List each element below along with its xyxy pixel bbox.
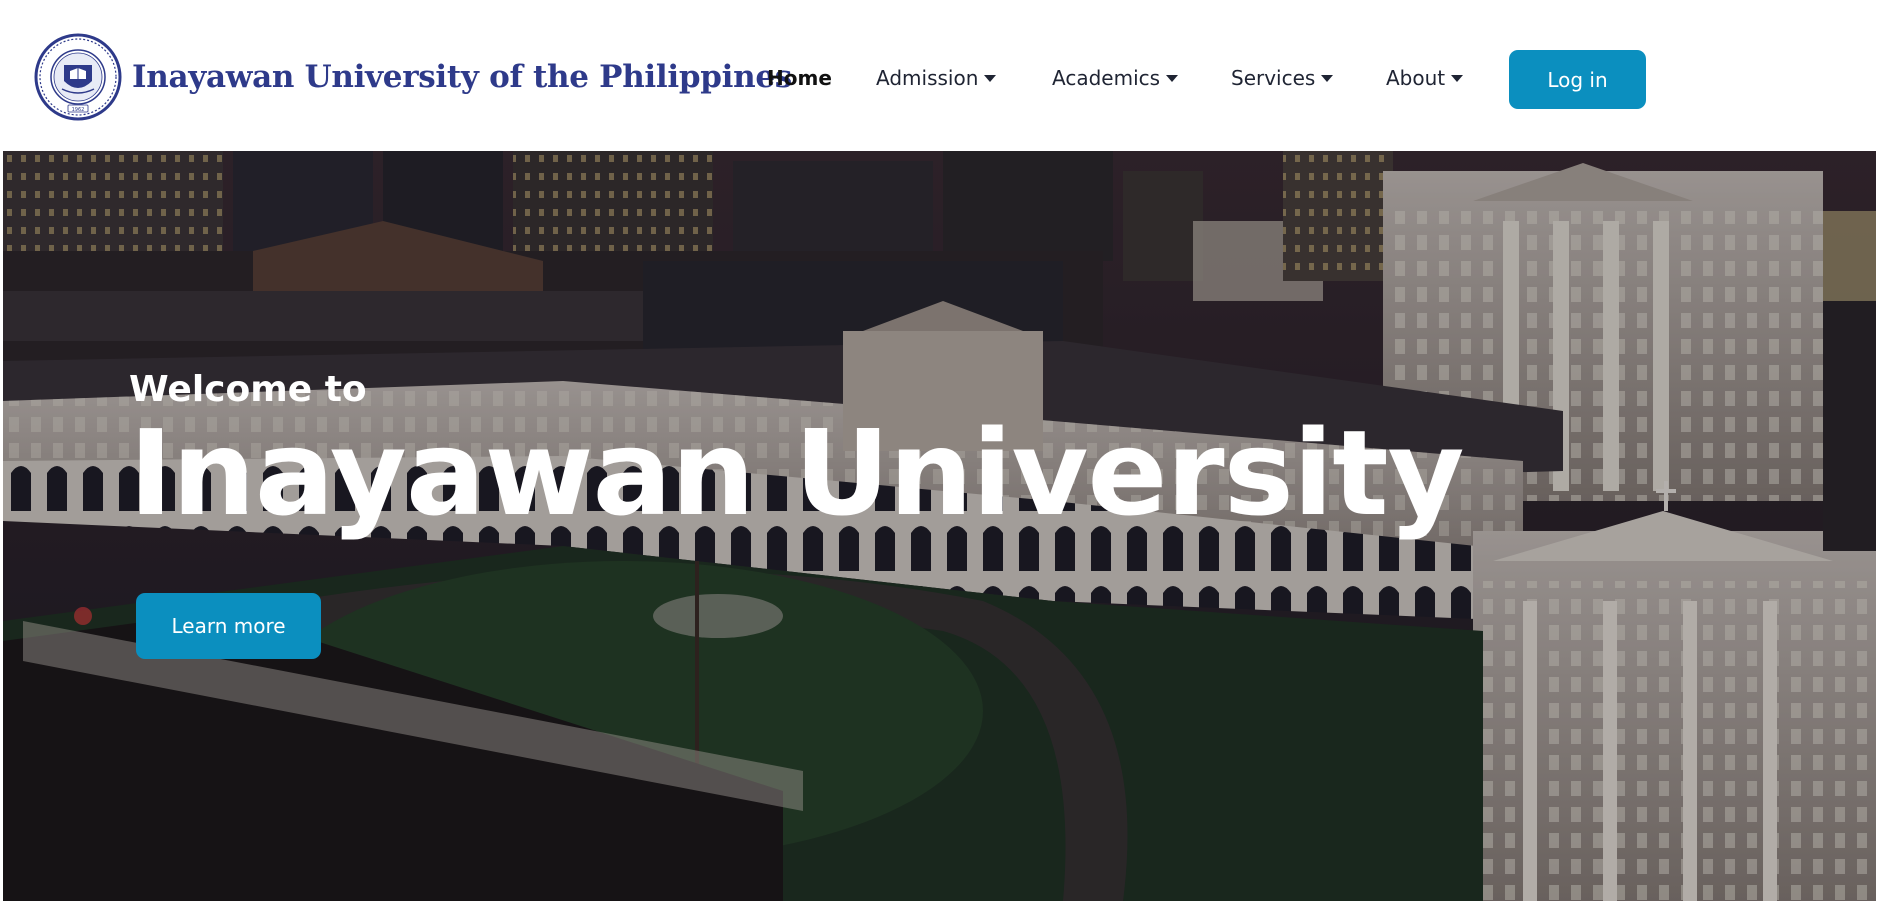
- learn-more-button[interactable]: Learn more: [136, 593, 321, 659]
- nav-services[interactable]: Services: [1231, 66, 1334, 90]
- caret-down-icon: [1451, 74, 1464, 82]
- caret-down-icon: [984, 74, 997, 82]
- university-seal-icon: 1962: [34, 33, 122, 121]
- site-header: 1962 Inayawan University of the Philippi…: [0, 0, 1880, 151]
- brand[interactable]: 1962 Inayawan University of the Philippi…: [34, 33, 792, 121]
- brand-name[interactable]: Inayawan University of the Philippines: [132, 59, 792, 95]
- caret-down-icon: [1166, 74, 1179, 82]
- nav-academics[interactable]: Academics: [1052, 66, 1179, 90]
- hero-banner: Welcome to Inayawan University Learn mor…: [3, 151, 1876, 901]
- nav-home[interactable]: Home: [767, 66, 832, 90]
- nav-home-label: Home: [767, 66, 832, 90]
- nav-services-label: Services: [1231, 66, 1316, 90]
- seal-year: 1962: [72, 107, 85, 113]
- login-button[interactable]: Log in: [1509, 50, 1646, 109]
- page-edge: [1876, 151, 1880, 901]
- caret-down-icon: [1321, 74, 1334, 82]
- hero-title: Inayawan University: [129, 404, 1465, 542]
- nav-admission-label: Admission: [876, 66, 979, 90]
- nav-about[interactable]: About: [1386, 66, 1464, 90]
- nav-admission[interactable]: Admission: [876, 66, 997, 90]
- nav-about-label: About: [1386, 66, 1446, 90]
- nav-academics-label: Academics: [1052, 66, 1161, 90]
